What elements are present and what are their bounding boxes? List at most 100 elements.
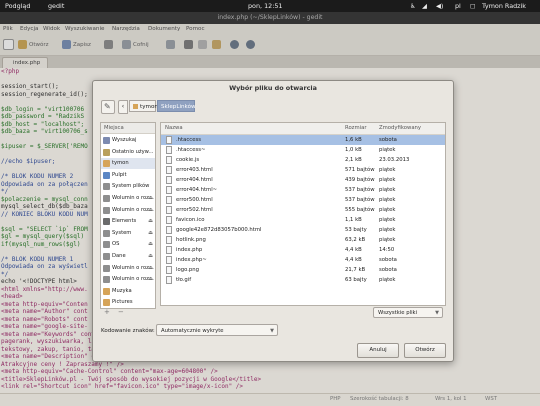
encoding-select[interactable]: Automatycznie wykryte ▼ — [156, 324, 278, 336]
sidebar-item[interactable]: Wolumin o roz... ⏏ — [101, 193, 155, 204]
file-icon — [166, 206, 172, 214]
open-button[interactable]: Otwórz — [18, 39, 49, 51]
breadcrumb-back-button[interactable]: ‹ — [118, 100, 128, 114]
sidebar-item[interactable]: Pulpit — [101, 170, 155, 181]
file-type-filter[interactable]: Wszystkie pliki ▼ — [373, 307, 443, 318]
cancel-button[interactable]: Anuluj — [357, 343, 399, 358]
file-row[interactable]: error502.html 555 bajtów piątek — [161, 205, 445, 215]
column-name[interactable]: Nazwa — [165, 123, 183, 134]
new-document-button[interactable] — [3, 39, 16, 51]
file-name: .htaccess~ — [176, 147, 206, 153]
file-row[interactable]: index.php~ 4,4 kB sobota — [161, 255, 445, 265]
menu-documents[interactable]: Dokumenty — [148, 26, 180, 32]
file-row[interactable]: cookie.js 2,1 kB 23.03.2013 — [161, 155, 445, 165]
file-row[interactable]: index.php 4,4 kB 14:50 — [161, 245, 445, 255]
cut-button[interactable] — [184, 39, 195, 51]
file-row[interactable]: .htaccess 1,6 kB sobota — [161, 135, 445, 145]
code-line[interactable]: session_regenerate_id(); — [1, 91, 88, 99]
eject-icon[interactable]: ⏏ — [148, 228, 153, 239]
code-line[interactable]: <?php — [1, 68, 19, 76]
file-row[interactable] — [161, 285, 445, 295]
file-row[interactable]: hotlink.png 63,2 kB piątek — [161, 235, 445, 245]
undo-button[interactable]: Cofnij — [122, 39, 149, 51]
menu-edit[interactable]: Edycja — [20, 26, 38, 32]
file-row[interactable]: google42e872d83057b000.html 53 bajty piąte… — [161, 225, 445, 235]
sidebar-item[interactable]: Elements ⏏ — [101, 216, 155, 227]
volume-icon[interactable]: ◀) — [436, 2, 443, 10]
tab-width-selector[interactable]: Szerokość tabulacji: 8 — [350, 396, 409, 402]
eject-icon[interactable]: ⏏ — [148, 274, 153, 285]
add-bookmark-button[interactable]: + — [104, 307, 110, 317]
code-line[interactable]: if(mysql_num_rows($gl) — [1, 241, 80, 249]
file-name: favicon.ico — [176, 217, 205, 223]
file-row[interactable] — [161, 295, 445, 305]
eject-icon[interactable]: ⏏ — [148, 251, 153, 262]
chevron-down-icon: ▼ — [270, 328, 274, 334]
tab-index-php[interactable]: index.php — [2, 57, 48, 68]
sidebar-item[interactable]: tymon — [101, 158, 155, 170]
language-indicator[interactable]: pl — [455, 2, 461, 10]
file-row[interactable]: error403.html 571 bajtów piątek — [161, 165, 445, 175]
user-name[interactable]: Tymon Radzik — [482, 2, 526, 10]
file-modified: piątek — [379, 147, 396, 153]
clock[interactable]: pon, 12:51 — [248, 2, 283, 10]
column-size[interactable]: Rozmiar — [345, 123, 367, 134]
activities-button[interactable]: Podgląd — [5, 2, 30, 10]
accessibility-icon[interactable]: ♿ — [410, 2, 416, 10]
menu-view[interactable]: Widok — [43, 26, 60, 32]
sidebar-item[interactable]: OS ⏏ — [101, 239, 155, 250]
sidebar-item[interactable]: System ⏏ — [101, 228, 155, 239]
sidebar-item[interactable]: Wolumin o roz... ⏏ — [101, 205, 155, 216]
code-line[interactable]: <link rel="Shortcut icon" href="favicon.… — [1, 383, 243, 391]
file-row[interactable]: error404.html 439 bajtów piątek — [161, 175, 445, 185]
places-sidebar: Miejsca Wyszukaj Ostatnio używ... tymon Pul… — [100, 122, 156, 309]
file-row[interactable]: .htaccess~ 1,0 kB piątek — [161, 145, 445, 155]
file-row[interactable]: error404.html~ 537 bajtów piątek — [161, 185, 445, 195]
code-line[interactable]: //echo $ipuser; — [1, 158, 55, 166]
file-size: 63,2 kB — [345, 237, 366, 243]
menu-search[interactable]: Wyszukiwanie — [65, 26, 104, 32]
type-location-button[interactable]: ✎ — [101, 100, 115, 114]
sidebar-item[interactable]: Muzyka — [101, 286, 155, 297]
menu-tools[interactable]: Narzędzia — [112, 26, 140, 32]
breadcrumb-home[interactable]: tymon — [129, 100, 158, 112]
app-menu[interactable]: gedit — [48, 2, 64, 10]
file-row[interactable]: logo.png 21,7 kB sobota — [161, 265, 445, 275]
code-line[interactable]: // KONIEC BLOKU KODU NUM — [1, 211, 88, 219]
find-button[interactable] — [230, 39, 241, 51]
file-name: error404.html — [176, 177, 213, 183]
eject-icon[interactable]: ⏏ — [148, 239, 153, 250]
sidebar-item[interactable]: Wolumin o roz... ⏏ — [101, 263, 155, 274]
sidebar-item[interactable]: Dane ⏏ — [101, 251, 155, 262]
paste-button[interactable] — [212, 39, 223, 51]
menu-help[interactable]: Pomoc — [186, 26, 205, 32]
remove-bookmark-button[interactable]: − — [118, 307, 124, 317]
open-button[interactable]: Otwórz — [404, 343, 446, 358]
eject-icon[interactable]: ⏏ — [148, 205, 153, 216]
network-icon[interactable]: ◢ — [422, 2, 427, 10]
eject-icon[interactable]: ⏏ — [148, 216, 153, 227]
file-row[interactable]: tło.gif 63 bajty piątek — [161, 275, 445, 285]
breadcrumb-current[interactable]: SklepLinków — [157, 100, 196, 112]
code-line[interactable]: Odpowiada on za wyświetl — [1, 263, 88, 271]
print-button[interactable] — [104, 39, 115, 51]
language-selector[interactable]: PHP — [330, 396, 341, 402]
eject-icon[interactable]: ⏏ — [148, 263, 153, 274]
copy-button[interactable] — [198, 39, 209, 51]
code-line[interactable]: $ipuser = $_SERVER['REMO — [1, 143, 88, 151]
menu-file[interactable]: Plik — [3, 26, 13, 32]
code-line[interactable]: Odpowiada on za połączen — [1, 181, 88, 189]
sidebar-item[interactable]: Wyszukaj — [101, 135, 155, 146]
sidebar-item[interactable]: Ostatnio używ... — [101, 147, 155, 158]
sidebar-item[interactable]: System plików — [101, 181, 155, 192]
column-modified[interactable]: Zmodyfikowany — [379, 123, 421, 134]
file-row[interactable]: error500.html 537 bajtów piątek — [161, 195, 445, 205]
redo-button[interactable] — [166, 39, 177, 51]
eject-icon[interactable]: ⏏ — [148, 193, 153, 204]
save-button[interactable]: Zapisz — [62, 39, 91, 51]
replace-button[interactable] — [246, 39, 257, 51]
sidebar-item[interactable]: Wolumin o roz... ⏏ — [101, 274, 155, 285]
save-icon — [62, 40, 71, 49]
code-line[interactable]: $db_baza = "virt100706_s — [1, 128, 88, 136]
file-row[interactable]: favicon.ico 1,1 kB piątek — [161, 215, 445, 225]
